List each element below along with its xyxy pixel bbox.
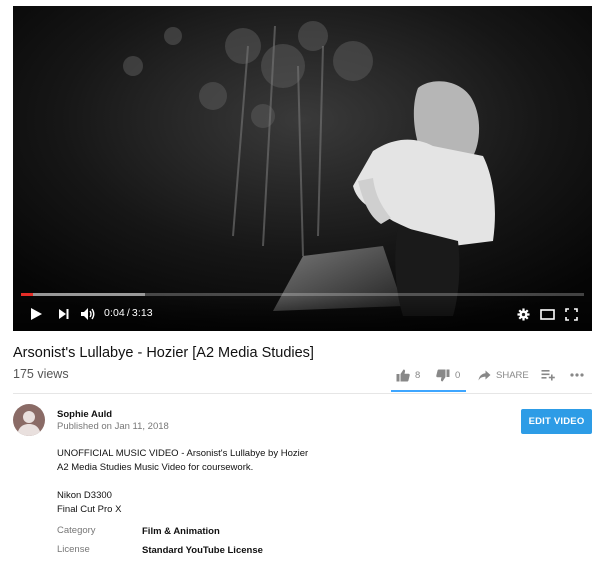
thumbs-down-icon [436, 369, 450, 381]
gear-icon [516, 307, 530, 321]
more-horizontal-icon [570, 373, 584, 377]
buffered-fill [21, 293, 145, 296]
share-button[interactable]: SHARE [478, 362, 529, 388]
settings-button[interactable] [512, 304, 534, 324]
like-count: 8 [415, 369, 421, 381]
video-player[interactable]: 0:04/3:13 [13, 6, 592, 331]
progress-bar[interactable] [21, 293, 584, 296]
category-label: Category [57, 525, 96, 536]
skip-next-icon [59, 309, 69, 319]
user-icon [17, 411, 41, 436]
video-actions: 8 0 SHARE [380, 362, 592, 392]
player-controls: 0:04/3:13 [13, 293, 592, 331]
description-line: Final Cut Pro X [57, 504, 122, 515]
fullscreen-button[interactable] [560, 304, 582, 324]
theater-mode-button[interactable] [536, 304, 558, 324]
play-button[interactable] [25, 304, 47, 324]
fullscreen-icon [564, 307, 578, 321]
time-display: 0:04/3:13 [104, 307, 153, 319]
theater-mode-icon [539, 308, 555, 320]
current-time: 0:04 [104, 307, 125, 319]
video-title: Arsonist's Lullabye - Hozier [A2 Media S… [13, 345, 314, 361]
category-value[interactable]: Film & Animation [142, 526, 220, 537]
channel-name[interactable]: Sophie Auld [57, 409, 112, 420]
dislike-button[interactable]: 0 [436, 362, 460, 388]
description-line: A2 Media Studies Music Video for coursew… [57, 462, 254, 473]
like-button[interactable]: 8 [396, 362, 420, 388]
next-button[interactable] [53, 304, 75, 324]
time-separator: / [126, 307, 130, 319]
add-to-playlist-button[interactable] [541, 362, 555, 388]
play-icon [31, 308, 42, 320]
channel-avatar[interactable] [13, 404, 45, 436]
share-icon [478, 370, 491, 380]
thumbs-up-icon [396, 369, 410, 381]
volume-icon [81, 308, 95, 320]
like-ratio-bar [391, 390, 466, 392]
duration: 3:13 [131, 307, 153, 319]
more-actions-button[interactable] [570, 362, 584, 388]
played-fill [21, 293, 33, 296]
publish-date: Published on Jan 11, 2018 [57, 421, 169, 432]
video-frame [13, 6, 592, 331]
dislike-count: 0 [455, 369, 461, 381]
volume-button[interactable] [77, 304, 99, 324]
license-value: Standard YouTube License [142, 545, 263, 556]
share-label: SHARE [496, 369, 529, 381]
description-line: Nikon D3300 [57, 490, 112, 501]
license-label: License [57, 544, 90, 555]
divider [13, 393, 592, 394]
edit-video-button[interactable]: EDIT VIDEO [521, 409, 592, 434]
view-count: 175 views [13, 367, 69, 381]
playlist-add-icon [541, 370, 555, 381]
description-line: UNOFFICIAL MUSIC VIDEO - Arsonist's Lull… [57, 448, 309, 459]
